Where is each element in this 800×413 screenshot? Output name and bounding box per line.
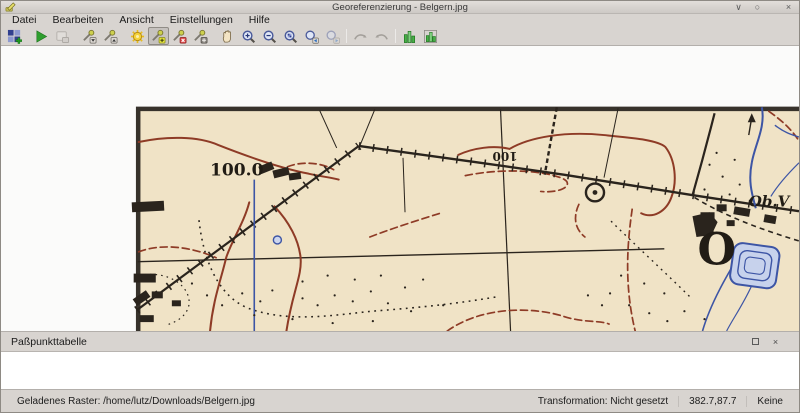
menu-ansicht[interactable]: Ansicht bbox=[112, 14, 160, 27]
menu-hilfe[interactable]: Hilfe bbox=[242, 14, 277, 27]
local-histogram-stretch-icon[interactable] bbox=[420, 27, 441, 45]
transformation-status: Transformation: Nicht gesetzt bbox=[528, 396, 678, 407]
maximize-button[interactable]: ○ bbox=[751, 2, 764, 13]
cursor-coordinates: 382.7,87.7 bbox=[678, 396, 746, 407]
zoom-to-layer-icon[interactable] bbox=[280, 27, 301, 45]
map-label-ob: Ob.V bbox=[749, 192, 791, 210]
map-canvas[interactable]: 100.0 100 O Ob.V bbox=[1, 46, 799, 332]
menu-datei[interactable]: Datei bbox=[5, 14, 44, 27]
dock-float-icon[interactable] bbox=[750, 336, 761, 347]
menu-bar: Datei Bearbeiten Ansicht Einstellungen H… bbox=[1, 14, 799, 27]
zoom-out-icon[interactable] bbox=[259, 27, 280, 45]
map-label-big-o: O bbox=[697, 225, 736, 276]
status-bar: Geladenes Raster: /home/lutz/Downloads/B… bbox=[1, 390, 799, 412]
gcp-panel-header[interactable]: Paßpunkttabelle × bbox=[1, 332, 799, 352]
menu-einstellungen[interactable]: Einstellungen bbox=[163, 14, 240, 27]
gcp-panel-title: Paßpunkttabelle bbox=[11, 336, 87, 348]
map-label-contour-100: 100.0 bbox=[210, 160, 263, 180]
save-gcp-points-icon[interactable] bbox=[100, 27, 121, 45]
gcp-table[interactable] bbox=[1, 352, 799, 390]
title-bar: Georeferenzierung - Belgern.jpg ∨ ○ × bbox=[1, 1, 799, 14]
load-gcp-points-icon[interactable] bbox=[79, 27, 100, 45]
crs-status: Keine bbox=[746, 396, 793, 407]
close-button[interactable]: × bbox=[782, 2, 795, 13]
toolbar bbox=[1, 27, 799, 46]
pan-icon[interactable] bbox=[217, 27, 238, 45]
pond bbox=[729, 242, 781, 289]
dock-close-icon[interactable]: × bbox=[770, 336, 781, 347]
zoom-last-icon[interactable] bbox=[301, 27, 322, 45]
map-label-contour-100-inverted: 100 bbox=[492, 149, 517, 163]
start-georeferencing-icon[interactable] bbox=[31, 27, 52, 45]
menu-bearbeiten[interactable]: Bearbeiten bbox=[46, 14, 111, 27]
open-raster-icon[interactable] bbox=[4, 27, 25, 45]
move-gcp-point-icon[interactable] bbox=[190, 27, 211, 45]
link-georeferencer-to-qgis-icon[interactable] bbox=[350, 27, 371, 45]
full-histogram-stretch-icon[interactable] bbox=[399, 27, 420, 45]
raster-map-image[interactable]: 100.0 100 O Ob.V bbox=[1, 46, 799, 331]
zoom-next-icon[interactable] bbox=[322, 27, 343, 45]
georeferencer-app-icon bbox=[5, 2, 16, 13]
loaded-raster-status: Geladenes Raster: /home/lutz/Downloads/B… bbox=[7, 396, 265, 407]
delete-point-icon[interactable] bbox=[169, 27, 190, 45]
minimize-button[interactable]: ∨ bbox=[732, 2, 745, 13]
generate-gdal-script-icon[interactable] bbox=[52, 27, 73, 45]
window-title: Georeferenzierung - Belgern.jpg bbox=[1, 2, 799, 13]
link-qgis-to-georeferencer-icon[interactable] bbox=[371, 27, 392, 45]
zoom-in-icon[interactable] bbox=[238, 27, 259, 45]
georeferencer-window: Georeferenzierung - Belgern.jpg ∨ ○ × Da… bbox=[0, 0, 800, 413]
transformation-settings-icon[interactable] bbox=[127, 27, 148, 45]
add-point-icon[interactable] bbox=[148, 27, 169, 45]
